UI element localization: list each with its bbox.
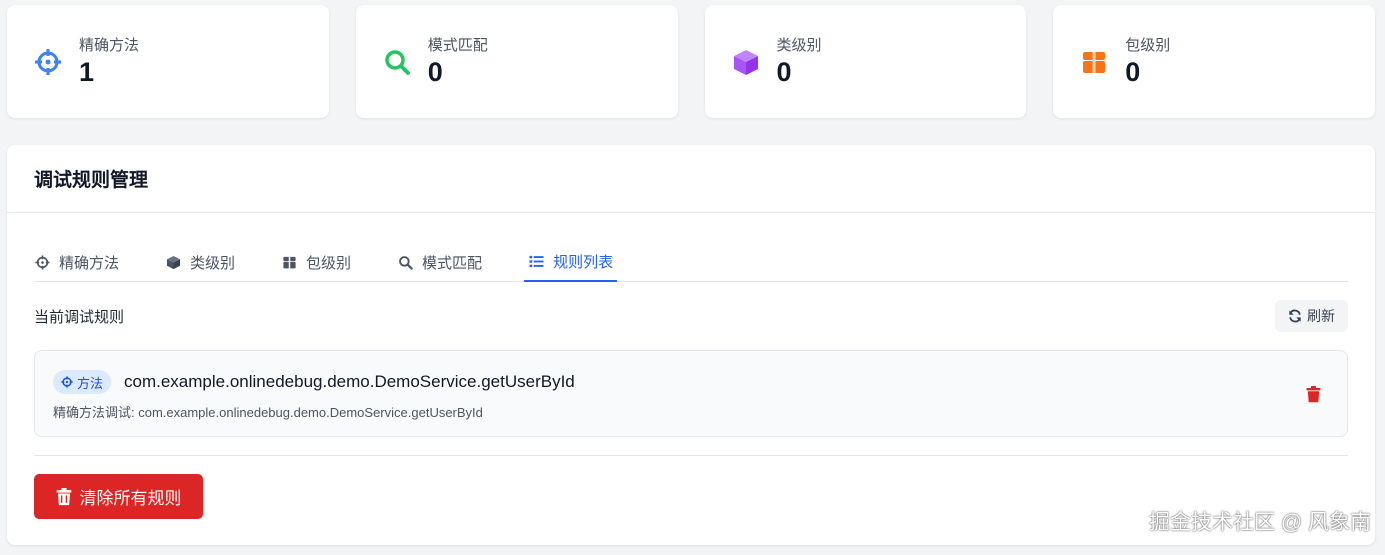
search-icon (397, 254, 413, 270)
refresh-label: 刷新 (1307, 308, 1335, 324)
tab-label: 模式匹配 (422, 254, 483, 272)
cube-icon (731, 47, 761, 77)
cube-icon (165, 254, 181, 270)
panel-title: 调试规则管理 (34, 170, 149, 191)
tab-package-level[interactable]: 包级别 (281, 242, 351, 282)
crosshairs-icon (34, 254, 50, 270)
tab-label: 包级别 (306, 254, 352, 272)
tab-bar: 精确方法 类级别 包级别 模式匹配 规则列表 (34, 242, 1348, 282)
clear-all-label: 清除所有规则 (79, 489, 182, 508)
stat-card-class-level: 类级别 0 (704, 5, 1027, 118)
trash-icon (56, 487, 72, 506)
stat-value: 1 (79, 56, 95, 87)
stat-value: 0 (1125, 56, 1141, 87)
stat-card-package-level: 包级别 0 (1053, 5, 1375, 118)
current-rules-row: 当前调试规则 刷新 (34, 300, 1348, 332)
badge-label: 方法 (77, 375, 104, 391)
list-icon (528, 253, 544, 269)
stat-label: 精确方法 (79, 36, 140, 54)
panel-header: 调试规则管理 (7, 145, 1375, 213)
search-icon (382, 47, 412, 77)
tab-exact-method[interactable]: 精确方法 (34, 242, 119, 282)
stat-card-pattern-match: 模式匹配 0 (355, 5, 678, 118)
rule-description: 精确方法调试: com.example.onlinedebug.demo.Dem… (53, 405, 483, 420)
tab-class-level[interactable]: 类级别 (165, 242, 235, 282)
stats-bar: 精确方法 1 模式匹配 0 类级别 0 包级别 0 (7, 5, 1375, 118)
rules-panel: 调试规则管理 精确方法 类级别 包级别 模式匹配 规则列表 当前调试规则 刷新 … (7, 145, 1375, 545)
refresh-button[interactable]: 刷新 (1275, 300, 1348, 332)
box-icon (1079, 47, 1109, 77)
box-icon (281, 254, 297, 270)
stat-label: 包级别 (1125, 36, 1171, 54)
stat-value: 0 (427, 56, 443, 87)
tab-label: 精确方法 (59, 254, 120, 272)
tab-pattern-match[interactable]: 模式匹配 (397, 242, 482, 282)
tab-rule-list[interactable]: 规则列表 (524, 242, 618, 282)
stat-label: 类级别 (776, 36, 822, 54)
refresh-icon (1288, 309, 1302, 323)
clear-all-rules-button[interactable]: 清除所有规则 (34, 474, 203, 519)
watermark: 掘金技术社区 @ 风象南 (1149, 511, 1371, 534)
divider (34, 455, 1348, 456)
stat-label: 模式匹配 (427, 36, 488, 54)
trash-icon[interactable] (1306, 386, 1321, 403)
crosshairs-icon (61, 376, 73, 388)
stat-card-exact-method: 精确方法 1 (7, 5, 329, 118)
rule-name: com.example.onlinedebug.demo.DemoService… (124, 372, 575, 391)
current-rules-label: 当前调试规则 (34, 308, 125, 326)
rule-type-badge: 方法 (53, 370, 112, 394)
crosshairs-icon (33, 47, 63, 77)
tab-label: 规则列表 (553, 253, 614, 271)
rule-item: 方法 com.example.onlinedebug.demo.DemoServ… (34, 350, 1348, 437)
tab-label: 类级别 (190, 254, 236, 272)
stat-value: 0 (776, 56, 792, 87)
